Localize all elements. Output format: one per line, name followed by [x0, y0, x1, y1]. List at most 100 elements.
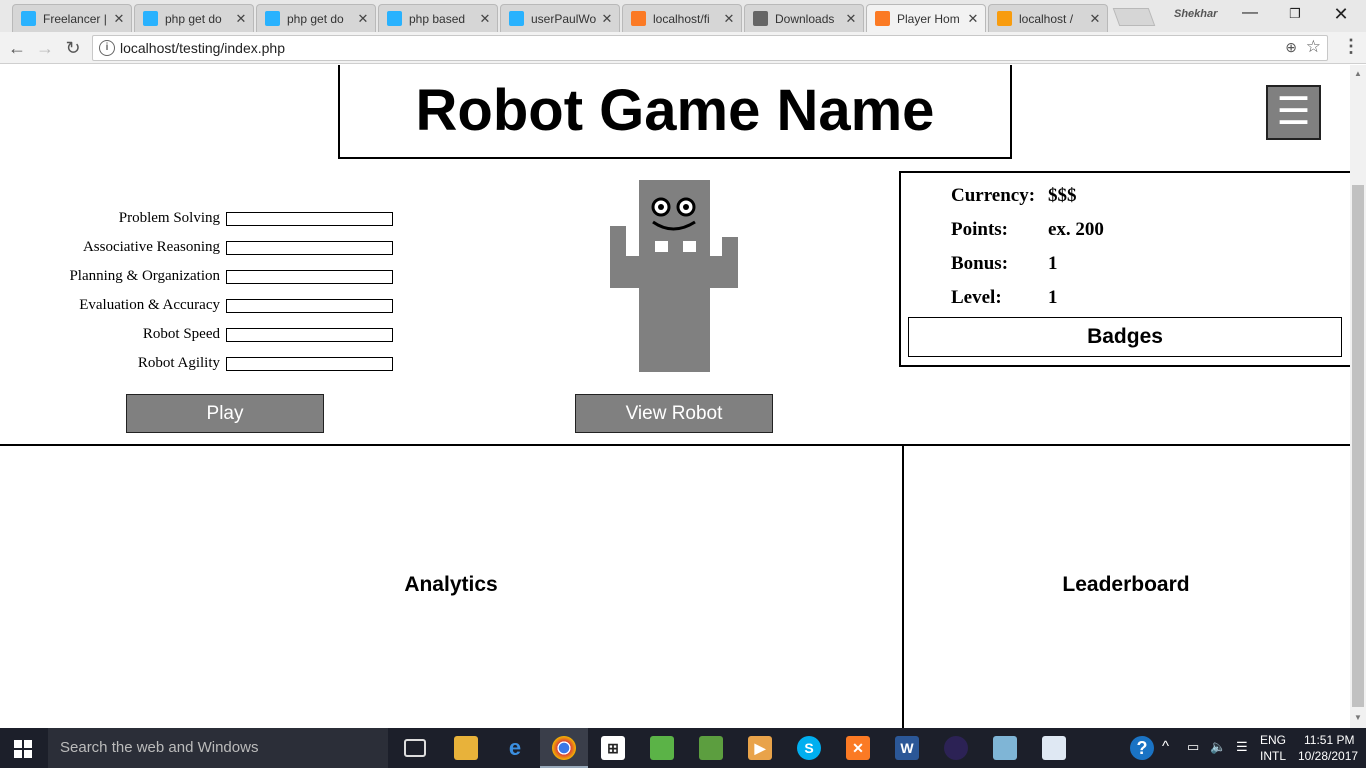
view-robot-button[interactable]: View Robot: [575, 394, 773, 433]
eclipse-icon[interactable]: [944, 736, 968, 760]
browser-tab[interactable]: php get do ✕: [134, 4, 254, 32]
tab-close-icon[interactable]: ✕: [111, 11, 127, 27]
windows-taskbar: Search the web and Windows e ⊞ ▶ S ✕ W ?…: [0, 728, 1366, 768]
scroll-down-icon[interactable]: ▼: [1354, 713, 1362, 722]
play-button[interactable]: Play: [126, 394, 324, 433]
stat-row: Robot Speed: [60, 326, 460, 344]
stat-progress-bar: [226, 212, 393, 226]
keyboard-layout[interactable]: INTL: [1260, 749, 1286, 763]
bonus-value: 1: [1048, 253, 1058, 274]
chrome-icon[interactable]: [552, 736, 576, 760]
store-icon[interactable]: ⊞: [601, 736, 625, 760]
bonus-row: Bonus: 1: [951, 253, 1058, 275]
edge-icon[interactable]: e: [503, 736, 527, 760]
tab-title: Downloads: [775, 11, 835, 26]
file-explorer-icon[interactable]: [454, 736, 478, 760]
media-player-icon[interactable]: ▶: [748, 736, 772, 760]
task-view-icon[interactable]: [404, 739, 426, 757]
stat-row: Planning & Organization: [60, 268, 460, 286]
browser-tab[interactable]: Downloads ✕: [744, 4, 864, 32]
currency-value: $$$: [1048, 185, 1077, 206]
stat-progress-bar: [226, 357, 393, 371]
browser-toolbar: ← → ↻ i localhost/testing/index.php ⊕ ☆ …: [0, 32, 1366, 64]
help-icon[interactable]: ?: [1130, 736, 1154, 760]
volume-icon[interactable]: 🔈: [1210, 739, 1226, 755]
freelancer-icon: [21, 11, 36, 26]
browser-menu-icon[interactable]: ⋮: [1342, 36, 1360, 57]
app-icon[interactable]: [993, 736, 1017, 760]
clock-date[interactable]: 10/28/2017: [1298, 749, 1358, 763]
stat-label: Problem Solving: [118, 210, 220, 226]
tab-close-icon[interactable]: ✕: [1087, 11, 1103, 27]
evernote-icon[interactable]: [650, 736, 674, 760]
windows-start-icon[interactable]: [14, 740, 32, 758]
skype-icon[interactable]: S: [797, 736, 821, 760]
browser-tab[interactable]: localhost / ✕: [988, 4, 1108, 32]
xampp-icon: [875, 11, 890, 26]
stat-label: Robot Agility: [137, 355, 220, 371]
tab-close-icon[interactable]: ✕: [477, 11, 493, 27]
tab-close-icon[interactable]: ✕: [965, 11, 981, 27]
xampp-icon: [631, 11, 646, 26]
bonus-label: Bonus:: [951, 253, 1009, 274]
taskbar-search-box[interactable]: Search the web and Windows: [48, 728, 388, 768]
tab-close-icon[interactable]: ✕: [599, 11, 615, 27]
url-text[interactable]: localhost/testing/index.php: [120, 40, 285, 56]
tripadvisor-icon[interactable]: [699, 736, 723, 760]
paint-icon[interactable]: [1042, 736, 1066, 760]
scroll-up-icon[interactable]: ▲: [1354, 69, 1362, 78]
address-bar[interactable]: i localhost/testing/index.php ⊕ ☆: [92, 35, 1328, 61]
panel-divider: [902, 445, 904, 728]
clock-time[interactable]: 11:51 PM: [1304, 733, 1354, 747]
minimize-icon[interactable]: —: [1235, 4, 1265, 22]
profile-name[interactable]: Shekhar: [1174, 8, 1217, 20]
notification-icon[interactable]: ☰: [1236, 739, 1248, 755]
xampp-icon[interactable]: ✕: [846, 736, 870, 760]
tray-chevron-icon[interactable]: ^: [1162, 738, 1169, 755]
reload-icon[interactable]: ↻: [61, 36, 85, 60]
scrollbar-thumb[interactable]: [1352, 185, 1364, 707]
browser-tab[interactable]: php get do ✕: [256, 4, 376, 32]
browser-tab[interactable]: Player Hom ✕: [866, 4, 986, 32]
word-icon[interactable]: W: [895, 736, 919, 760]
currency-row: Currency: $$$: [951, 185, 1077, 207]
stat-row: Associative Reasoning: [60, 239, 460, 257]
tab-close-icon[interactable]: ✕: [721, 11, 737, 27]
currency-label: Currency:: [951, 185, 1036, 206]
robot-body: [639, 241, 710, 372]
badges-button[interactable]: Badges: [908, 317, 1342, 357]
zoom-icon[interactable]: ⊕: [1285, 39, 1297, 56]
browser-tab[interactable]: php based ✕: [378, 4, 498, 32]
window-close-icon[interactable]: ✕: [1326, 4, 1356, 25]
tab-close-icon[interactable]: ✕: [233, 11, 249, 27]
browser-tab[interactable]: localhost/fi ✕: [622, 4, 742, 32]
new-tab-button[interactable]: [1112, 8, 1156, 26]
browser-tab[interactable]: userPaulWo ✕: [500, 4, 620, 32]
maximize-icon[interactable]: ❐: [1280, 6, 1310, 22]
player-info-box: Currency: $$$ Points: ex. 200 Bonus: 1 Leve…: [899, 171, 1350, 367]
stat-label: Planning & Organization: [69, 268, 220, 284]
tab-title: php get do: [165, 11, 222, 26]
bookmark-star-icon[interactable]: ☆: [1306, 37, 1321, 57]
robot-right-arm: [722, 237, 738, 288]
battery-icon[interactable]: ▭: [1187, 739, 1199, 755]
phpmyadmin-icon: [997, 11, 1012, 26]
language-code[interactable]: ENG: [1260, 733, 1286, 747]
stat-progress-bar: [226, 270, 393, 284]
stat-label: Associative Reasoning: [82, 239, 220, 255]
page-viewport: ▪▪▪▪▪▪▪▪▪▪▪▪▪▪▪▪▪▪▪▪▪▪▪▪▪▪▪▪▪▪▪▪▪▪▪▪▪▪▪▪…: [0, 65, 1350, 728]
tab-title: userPaulWo: [531, 11, 597, 26]
forward-arrow-icon[interactable]: →: [33, 36, 57, 60]
tab-title: Freelancer |: [43, 11, 107, 26]
stat-progress-bar: [226, 299, 393, 313]
leaderboard-heading: Leaderboard: [1062, 573, 1190, 596]
page-scrollbar[interactable]: ▲ ▼: [1350, 65, 1366, 728]
tab-close-icon[interactable]: ✕: [355, 11, 371, 27]
back-arrow-icon[interactable]: ←: [5, 36, 29, 60]
stat-row: Robot Agility: [60, 355, 460, 373]
freelancer-icon: [509, 11, 524, 26]
tab-close-icon[interactable]: ✕: [843, 11, 859, 27]
hamburger-menu-icon[interactable]: ☰: [1266, 85, 1321, 140]
browser-tab[interactable]: Freelancer | ✕: [12, 4, 132, 32]
info-icon[interactable]: i: [99, 40, 115, 56]
